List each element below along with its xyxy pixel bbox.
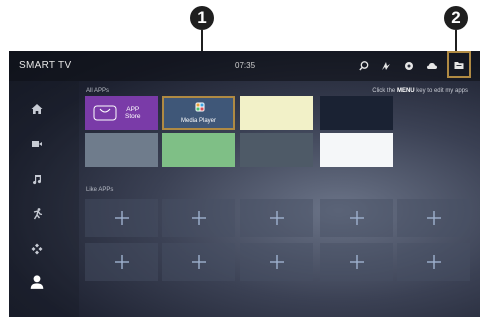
add-icon [349,211,364,225]
like-app-slot[interactable] [162,243,235,281]
all-apps-label: All APPs [86,88,110,94]
app-tile-6[interactable] [162,133,235,167]
like-app-slot[interactable] [240,243,313,281]
like-app-slot[interactable] [162,199,235,237]
user-icon[interactable] [28,273,46,291]
add-icon [191,211,206,225]
app-tile-4[interactable] [320,96,393,130]
apps-icon[interactable] [29,241,45,257]
tv-screen: SMART TV 07:35 All APPs Click the MENU k… [9,51,480,317]
app-tile-7[interactable] [240,133,313,167]
clock: 07:35 [235,61,256,70]
signal-icon[interactable] [379,59,393,73]
video-icon[interactable] [29,136,45,152]
add-icon [426,211,441,225]
like-app-slot[interactable] [397,199,470,237]
like-apps-label: Like APPs [86,187,114,193]
menu-hint: Click the MENU key to edit my apps [372,88,468,94]
home-icon[interactable] [29,101,45,117]
brand-label: SMART TV [19,60,72,71]
sidebar [9,81,79,317]
add-icon [426,255,441,269]
top-bar: SMART TV 07:35 [9,51,480,81]
folder-icon[interactable] [452,58,466,72]
cloud-icon[interactable] [425,59,439,73]
add-icon [349,255,364,269]
like-app-slot[interactable] [85,199,158,237]
add-icon [269,255,284,269]
app-tile-3[interactable] [240,96,313,130]
store-bag-icon [93,105,117,121]
media-player-tile[interactable]: Media Player [162,96,235,130]
search-icon[interactable] [357,59,371,73]
like-app-slot[interactable] [85,243,158,281]
add-icon [269,211,284,225]
add-icon [114,255,129,269]
like-app-slot[interactable] [320,199,393,237]
like-app-slot[interactable] [240,199,313,237]
app-tile-5[interactable] [85,133,158,167]
like-app-slot[interactable] [397,243,470,281]
callout-1: 1 [190,6,214,30]
app-store-tile[interactable]: APP Store [85,96,158,130]
media-player-label: Media Player [180,118,216,124]
like-app-slot[interactable] [320,243,393,281]
settings-icon[interactable] [402,59,416,73]
sports-icon[interactable] [29,206,45,222]
app-store-label-line1: APP [126,106,140,113]
callout-2: 2 [444,6,468,30]
app-store-label-line2: Store [125,113,141,120]
add-icon [114,211,129,225]
app-tile-8[interactable] [320,133,393,167]
music-icon[interactable] [29,171,45,187]
add-icon [191,255,206,269]
callout-2-line [455,30,457,52]
media-player-icon [195,102,205,112]
